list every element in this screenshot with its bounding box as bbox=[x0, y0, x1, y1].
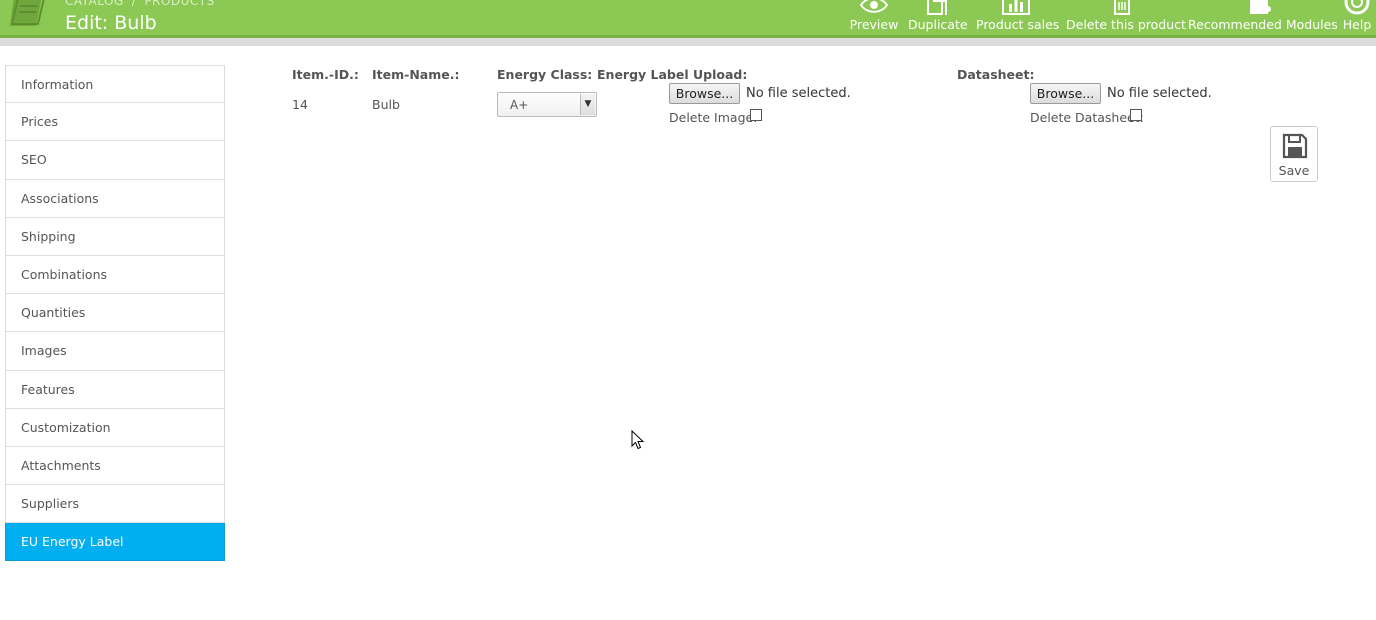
sidebar-item-information[interactable]: Information bbox=[5, 65, 225, 104]
recommended-modules-label: Recommended Modules bbox=[1188, 17, 1338, 32]
breadcrumb-products[interactable]: PRODUCTS bbox=[144, 0, 214, 8]
energy-class-select[interactable]: A+ ▼ bbox=[497, 92, 597, 117]
bar-chart-icon bbox=[1002, 0, 1030, 15]
preview-button[interactable]: Preview bbox=[848, 0, 900, 36]
chevron-down-icon[interactable]: ▼ bbox=[580, 94, 595, 115]
delete-datasheet-label: Delete Datasheet: bbox=[1030, 110, 1144, 125]
duplicate-label: Duplicate bbox=[908, 17, 968, 32]
breadcrumb: CATALOG / PRODUCTS bbox=[65, 0, 215, 8]
energy-class-header: Energy Class: bbox=[497, 67, 593, 82]
sidebar-item-shipping[interactable]: Shipping bbox=[5, 217, 225, 256]
sidebar-item-suppliers[interactable]: Suppliers bbox=[5, 485, 225, 524]
eye-icon bbox=[859, 0, 889, 13]
energy-label-browse-button[interactable]: Browse... bbox=[669, 83, 740, 104]
catalog-book-icon bbox=[10, 0, 45, 26]
lifebuoy-icon bbox=[1344, 0, 1370, 15]
copy-icon bbox=[927, 0, 947, 15]
puzzle-icon bbox=[1250, 0, 1271, 14]
trash-icon bbox=[1114, 0, 1130, 15]
page-title: Edit: Bulb bbox=[65, 12, 157, 34]
breadcrumb-catalog[interactable]: CATALOG bbox=[65, 0, 124, 8]
datasheet-browse-button[interactable]: Browse... bbox=[1030, 83, 1101, 104]
product-tabs-sidebar: Information Prices SEO Associations Ship… bbox=[5, 65, 225, 562]
item-name-header: Item-Name.: bbox=[372, 67, 460, 82]
sidebar-item-features[interactable]: Features bbox=[5, 370, 225, 409]
page-header: CATALOG / PRODUCTS Edit: Bulb Preview Dupl… bbox=[0, 0, 1376, 38]
delete-product-label: Delete this product bbox=[1066, 17, 1186, 32]
sidebar-item-customization[interactable]: Customization bbox=[5, 408, 225, 447]
mouse-cursor-icon bbox=[631, 430, 645, 450]
product-sales-button[interactable]: Product sales bbox=[976, 0, 1060, 36]
recommended-modules-button[interactable]: Recommended Modules bbox=[1188, 0, 1338, 36]
datasheet-header: Datasheet: bbox=[957, 67, 1035, 82]
delete-product-button[interactable]: Delete this product bbox=[1066, 0, 1186, 36]
sidebar-item-combinations[interactable]: Combinations bbox=[5, 255, 225, 295]
sidebar-item-prices[interactable]: Prices bbox=[5, 103, 225, 142]
energy-label-file-status: No file selected. bbox=[746, 86, 851, 101]
breadcrumb-separator: / bbox=[131, 0, 137, 8]
save-button[interactable]: Save bbox=[1270, 126, 1318, 182]
energy-class-selected-value: A+ bbox=[510, 98, 529, 112]
sidebar-item-images[interactable]: Images bbox=[5, 332, 225, 371]
help-button[interactable]: Help bbox=[1338, 0, 1376, 36]
item-id-value: 14 bbox=[292, 97, 308, 112]
delete-image-label: Delete Image: bbox=[669, 110, 758, 125]
sidebar-item-attachments[interactable]: Attachments bbox=[5, 446, 225, 486]
datasheet-file-status: No file selected. bbox=[1107, 86, 1212, 101]
header-divider bbox=[0, 38, 1376, 46]
sidebar-item-seo[interactable]: SEO bbox=[5, 141, 225, 180]
sidebar-item-associations[interactable]: Associations bbox=[5, 179, 225, 218]
preview-label: Preview bbox=[849, 17, 899, 32]
item-name-value: Bulb bbox=[372, 97, 400, 112]
product-sales-label: Product sales bbox=[976, 17, 1060, 32]
sidebar-item-quantities[interactable]: Quantities bbox=[5, 294, 225, 333]
energy-label-upload-header: Energy Label Upload: bbox=[597, 67, 748, 82]
save-label: Save bbox=[1278, 163, 1310, 178]
floppy-disk-icon bbox=[1282, 133, 1308, 159]
item-id-header: Item.-ID.: bbox=[292, 67, 359, 82]
delete-datasheet-checkbox[interactable] bbox=[1130, 109, 1142, 121]
help-label: Help bbox=[1342, 17, 1372, 32]
delete-image-checkbox[interactable] bbox=[750, 109, 762, 121]
sidebar-item-eu-energy-label[interactable]: EU Energy Label bbox=[5, 523, 225, 562]
duplicate-button[interactable]: Duplicate bbox=[908, 0, 968, 36]
